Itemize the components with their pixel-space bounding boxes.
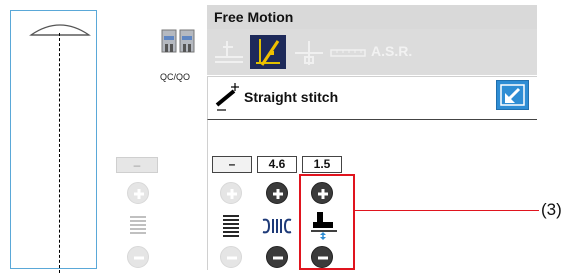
density-icon xyxy=(130,216,146,234)
expand-arrow-icon xyxy=(500,84,525,106)
stitch-preview xyxy=(10,10,97,273)
plus-icon xyxy=(273,189,283,199)
col1-value-display: – xyxy=(212,156,252,173)
left-value-display: – xyxy=(116,157,158,173)
title-bar: Free Motion xyxy=(207,5,537,29)
ruler-icon xyxy=(330,49,366,57)
asr-button[interactable]: A.S.R. xyxy=(371,43,412,59)
controls-panel xyxy=(207,120,537,270)
col2-plus-button[interactable] xyxy=(266,182,288,204)
col1-minus-button[interactable] xyxy=(220,246,242,268)
presser-foot-label: QC/QO xyxy=(160,72,191,82)
callout-label: (3) xyxy=(541,200,562,219)
presser-foot-icon xyxy=(161,29,195,53)
mode-spring-button[interactable] xyxy=(291,35,327,69)
callout-highlight xyxy=(299,174,355,270)
plus-icon xyxy=(227,189,237,199)
expand-button[interactable] xyxy=(496,80,529,110)
stitch-name: Straight stitch xyxy=(244,89,339,105)
needle-head-icon xyxy=(29,24,91,36)
left-plus-button[interactable] xyxy=(127,182,149,204)
mode-free-motion-button[interactable] xyxy=(250,35,286,69)
col1-plus-button[interactable] xyxy=(220,182,242,204)
left-minus-button[interactable] xyxy=(127,246,149,268)
free-motion-spring-icon xyxy=(295,41,323,65)
mode-echo-button[interactable] xyxy=(211,35,247,69)
free-motion-needle-icon xyxy=(256,39,280,66)
page-title: Free Motion xyxy=(214,9,294,25)
callout-line xyxy=(355,210,539,211)
stitch-panel: Straight stitch xyxy=(207,76,537,120)
mode-ruler-button[interactable] xyxy=(329,35,366,69)
col2-minus-button[interactable] xyxy=(266,246,288,268)
minus-icon xyxy=(273,256,283,260)
density-icon xyxy=(223,215,239,237)
stitch-width-icon xyxy=(262,218,292,234)
minus-icon xyxy=(227,256,237,260)
straight-stitch-icon xyxy=(215,83,239,111)
minus-icon xyxy=(134,256,144,260)
free-motion-echo-icon xyxy=(215,41,243,63)
stitch-line xyxy=(59,33,60,273)
col2-value-display: 4.6 xyxy=(257,156,297,173)
mode-toolbar: A.S.R. xyxy=(207,29,537,75)
plus-icon xyxy=(134,189,144,199)
col3-value-display: 1.5 xyxy=(302,156,342,173)
